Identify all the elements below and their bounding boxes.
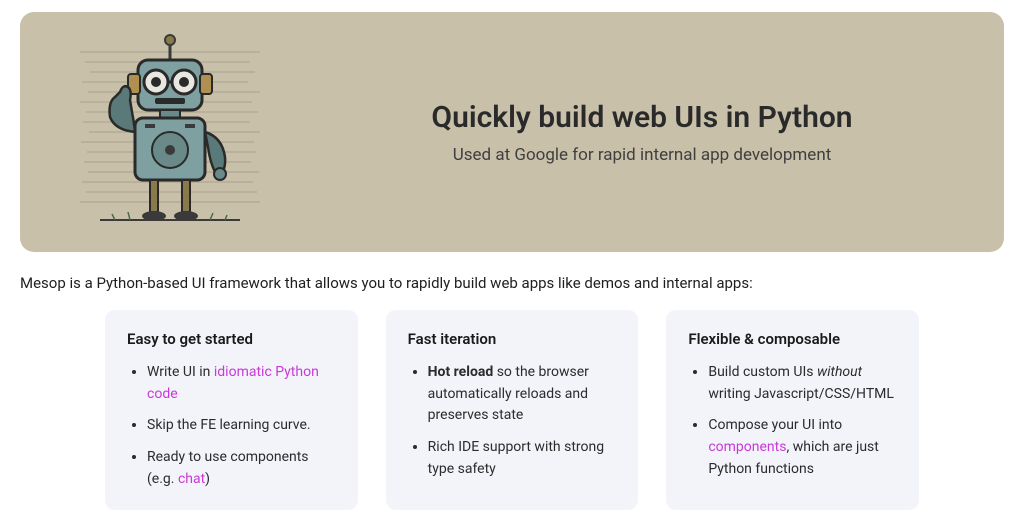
hero-text: Quickly build web UIs in Python Used at … [320, 100, 1004, 165]
intro-text: Mesop is a Python-based UI framework tha… [20, 274, 1004, 292]
card-list: Build custom UIs without writing Javascr… [688, 362, 897, 480]
card-list: Write UI in idiomatic Python code Skip t… [127, 362, 336, 490]
hero-title: Quickly build web UIs in Python [320, 100, 964, 135]
card-flexible-composable: Flexible & composable Build custom UIs w… [666, 310, 919, 510]
card-list: Hot reload so the browser automatically … [408, 362, 617, 480]
list-item: Skip the FE learning curve. [147, 415, 336, 437]
hero-banner: Quickly build web UIs in Python Used at … [20, 12, 1004, 252]
card-title: Flexible & composable [688, 330, 897, 348]
robot-icon [60, 22, 280, 242]
card-fast-iteration: Fast iteration Hot reload so the browser… [386, 310, 639, 510]
list-item: Rich IDE support with strong type safety [428, 437, 617, 480]
list-item: Compose your UI into components, which a… [708, 415, 897, 480]
list-item: Build custom UIs without writing Javascr… [708, 362, 897, 405]
list-item: Hot reload so the browser automatically … [428, 362, 617, 427]
components-link[interactable]: components [708, 439, 786, 455]
robot-illustration [20, 12, 320, 252]
card-title: Easy to get started [127, 330, 336, 348]
list-item: Ready to use components (e.g. chat) [147, 447, 336, 490]
card-title: Fast iteration [408, 330, 617, 348]
hero-subtitle: Used at Google for rapid internal app de… [320, 145, 964, 165]
card-easy-to-get-started: Easy to get started Write UI in idiomati… [105, 310, 358, 510]
feature-cards: Easy to get started Write UI in idiomati… [20, 310, 1004, 510]
list-item: Write UI in idiomatic Python code [147, 362, 336, 405]
chat-link[interactable]: chat [178, 471, 205, 487]
